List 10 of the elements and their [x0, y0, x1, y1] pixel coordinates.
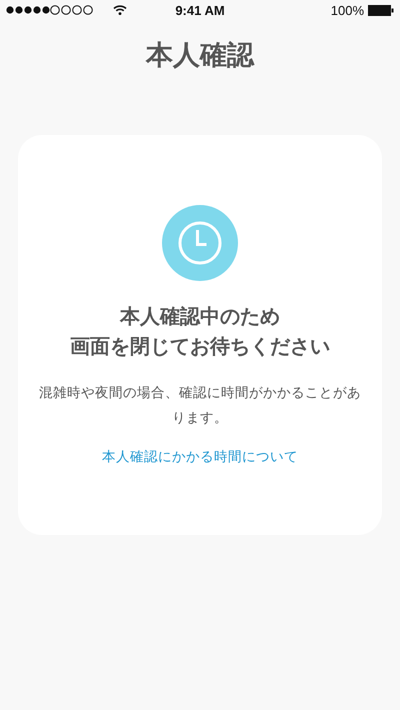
heading-line: 画面を閉じてお待ちください — [70, 333, 330, 360]
info-link[interactable]: 本人確認にかかる時間について — [102, 448, 298, 466]
wifi-icon — [113, 5, 127, 15]
battery-icon — [368, 4, 394, 16]
page-title: 本人確認 — [146, 39, 254, 73]
clock-icon — [162, 205, 238, 281]
status-time: 9:41 AM — [175, 2, 225, 18]
battery-percent: 100% — [330, 2, 364, 18]
message-text: 混雑時や夜間の場合、確認に時間がかかることがあります。 — [38, 384, 362, 428]
heading-line: 本人確認中のため — [118, 303, 281, 330]
